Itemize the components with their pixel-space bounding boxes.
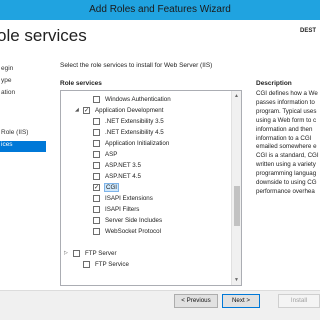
description-line: CGI defines how a We <box>256 90 318 97</box>
checkbox[interactable]: ✓ <box>93 184 100 191</box>
tree-row[interactable]: ASP <box>61 149 231 160</box>
description-text: CGI defines how a We passes information … <box>256 90 320 197</box>
scrollbar-thumb[interactable] <box>234 186 240 226</box>
description-line: passes information to <box>256 98 315 106</box>
wizard-footer <box>0 290 320 320</box>
tree-row-label: Application Development <box>95 107 164 114</box>
description-line: information to a CGI <box>256 134 312 142</box>
install-button[interactable]: Install <box>278 294 320 308</box>
tree-row[interactable]: Windows Authentication <box>61 94 231 105</box>
description-line: programming languag <box>256 170 317 178</box>
scroll-up-arrow-icon[interactable]: ▲ <box>234 93 239 99</box>
description-line: emailed somewhere e <box>256 143 317 151</box>
tree-row[interactable]: Application Initialization <box>61 138 231 149</box>
tree-row-label: ASP.NET 4.5 <box>105 173 141 180</box>
expand-arrow-icon[interactable]: ▷ <box>64 251 69 256</box>
checkbox[interactable] <box>93 118 100 125</box>
tree-scrollbar[interactable]: ▲ ▼ <box>231 91 241 285</box>
tree-row-label: WebSocket Protocol <box>105 228 161 235</box>
tree-row[interactable]: .NET Extensibility 3.5 <box>61 116 231 127</box>
previous-button[interactable]: < Previous <box>174 294 218 308</box>
checkbox[interactable] <box>93 96 100 103</box>
nav-item-role-services[interactable]: ices <box>0 141 46 152</box>
checkbox[interactable] <box>93 151 100 158</box>
tree-row-label: ISAPI Filters <box>105 206 140 213</box>
tree-row[interactable]: ISAPI Extensions <box>61 193 231 204</box>
role-services-header: Role services <box>60 80 102 87</box>
description-line: performance overhea <box>256 187 315 195</box>
tree-row-label: .NET Extensibility 4.5 <box>105 129 164 136</box>
tree-row-label: ASP <box>105 151 118 158</box>
tree-row-label: Windows Authentication <box>105 96 171 103</box>
checkbox[interactable] <box>93 228 100 235</box>
next-button[interactable]: Next > <box>222 294 260 308</box>
tree-row[interactable]: ▷ FTP Server <box>61 248 231 259</box>
description-line: written using a variety <box>256 161 316 169</box>
tree-row-label: FTP Service <box>95 261 129 268</box>
tree-row[interactable]: ASP.NET 4.5 <box>61 171 231 182</box>
tree-row-label: ISAPI Extensions <box>105 195 153 202</box>
description-header: Description <box>256 80 292 87</box>
checkbox[interactable] <box>93 195 100 202</box>
page-title: ole services <box>0 26 87 45</box>
tree-row-label: .NET Extensibility 3.5 <box>105 118 164 125</box>
scroll-down-arrow-icon[interactable]: ▼ <box>234 277 239 283</box>
checkbox[interactable] <box>93 140 100 147</box>
tree-row-label: Application Initialization <box>105 140 170 147</box>
tree-row[interactable]: ASP.NET 3.5 <box>61 160 231 171</box>
tree-row[interactable]: .NET Extensibility 4.5 <box>61 127 231 138</box>
checkbox[interactable] <box>93 129 100 136</box>
nav-item-installation-type[interactable]: ype <box>0 77 46 88</box>
checkbox[interactable] <box>93 162 100 169</box>
role-services-tree[interactable]: Windows Authentication ◢ ✓ Application D… <box>60 90 242 286</box>
checkbox[interactable] <box>93 206 100 213</box>
tree-row-label: FTP Server <box>85 250 117 257</box>
checkbox[interactable] <box>93 217 100 224</box>
tree-row-label: Server Side Includes <box>105 217 163 224</box>
description-line: program. Typical uses <box>256 107 317 115</box>
tree-row[interactable]: ISAPI Filters <box>61 204 231 215</box>
checkbox[interactable] <box>73 250 80 257</box>
description-line: using a Web form to c <box>256 116 317 124</box>
tree-row-label: ASP.NET 3.5 <box>105 162 141 169</box>
checkbox[interactable] <box>83 261 90 268</box>
description-line: information and then <box>256 125 313 133</box>
title-bar: Add Roles and Features Wizard <box>0 0 320 20</box>
tree-row[interactable]: Server Side Includes <box>61 215 231 226</box>
destination-server-label: DEST <box>299 28 316 34</box>
tree-row[interactable]: FTP Service <box>61 259 231 270</box>
nav-item-before-you-begin[interactable]: egin <box>0 65 46 76</box>
tree-row[interactable]: ◢ ✓ Application Development <box>61 105 231 116</box>
tree-row-label: CGI <box>104 183 120 192</box>
collapse-arrow-icon[interactable]: ◢ <box>75 108 80 113</box>
tree-row[interactable]: WebSocket Protocol <box>61 226 231 237</box>
wizard-navigation: egin ype ation Role (IIS) ices <box>0 58 46 290</box>
nav-item-server-selection[interactable]: ation <box>0 89 46 100</box>
window-title: Add Roles and Features Wizard <box>89 4 231 15</box>
description-line: downside to using CG <box>256 179 317 187</box>
nav-item-web-server-role[interactable]: Role (IIS) <box>0 129 46 140</box>
tree-row[interactable]: ✓ CGI <box>61 182 231 193</box>
intro-text: Select the role services to install for … <box>60 62 213 69</box>
description-line: CGI is a standard, CGI <box>256 152 319 160</box>
checkbox[interactable]: ✓ <box>83 107 90 114</box>
checkbox[interactable] <box>93 173 100 180</box>
